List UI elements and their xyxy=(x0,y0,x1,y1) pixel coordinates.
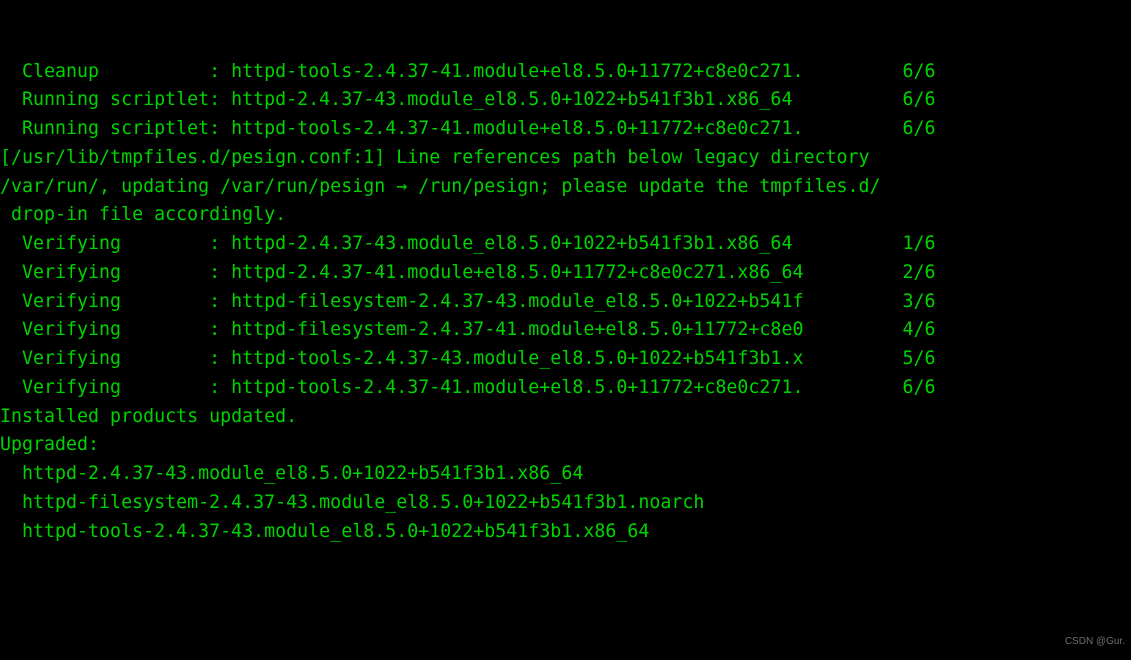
terminal-output[interactable]: Cleanup : httpd-tools-2.4.37-41.module+e… xyxy=(0,0,1131,660)
verifying-line: Verifying : httpd-2.4.37-41.module+el8.5… xyxy=(0,259,1131,288)
transaction-line: Cleanup : httpd-tools-2.4.37-41.module+e… xyxy=(0,58,1131,87)
verifying-line: Verifying : httpd-tools-2.4.37-43.module… xyxy=(0,345,1131,374)
watermark: CSDN @Gur. xyxy=(1065,628,1125,657)
tmpfiles-notice-line: [/usr/lib/tmpfiles.d/pesign.conf:1] Line… xyxy=(0,144,1131,173)
transaction-line: Running scriptlet: httpd-tools-2.4.37-41… xyxy=(0,115,1131,144)
upgraded-package: httpd-2.4.37-43.module_el8.5.0+1022+b541… xyxy=(0,460,1131,489)
verifying-line: Verifying : httpd-2.4.37-43.module_el8.5… xyxy=(0,230,1131,259)
verifying-line: Verifying : httpd-filesystem-2.4.37-41.m… xyxy=(0,316,1131,345)
status-line: Installed products updated. xyxy=(0,403,1131,432)
verifying-line: Verifying : httpd-tools-2.4.37-41.module… xyxy=(0,374,1131,403)
tmpfiles-notice-line: drop-in file accordingly. xyxy=(0,201,1131,230)
upgraded-header: Upgraded: xyxy=(0,431,1131,460)
blank-line xyxy=(0,604,1131,633)
upgraded-package: httpd-filesystem-2.4.37-43.module_el8.5.… xyxy=(0,489,1131,518)
tmpfiles-notice-line: /var/run/, updating /var/run/pesign → /r… xyxy=(0,173,1131,202)
verifying-line: Verifying : httpd-filesystem-2.4.37-43.m… xyxy=(0,288,1131,317)
upgraded-package: httpd-tools-2.4.37-43.module_el8.5.0+102… xyxy=(0,518,1131,547)
transaction-line: Running scriptlet: httpd-2.4.37-43.modul… xyxy=(0,86,1131,115)
